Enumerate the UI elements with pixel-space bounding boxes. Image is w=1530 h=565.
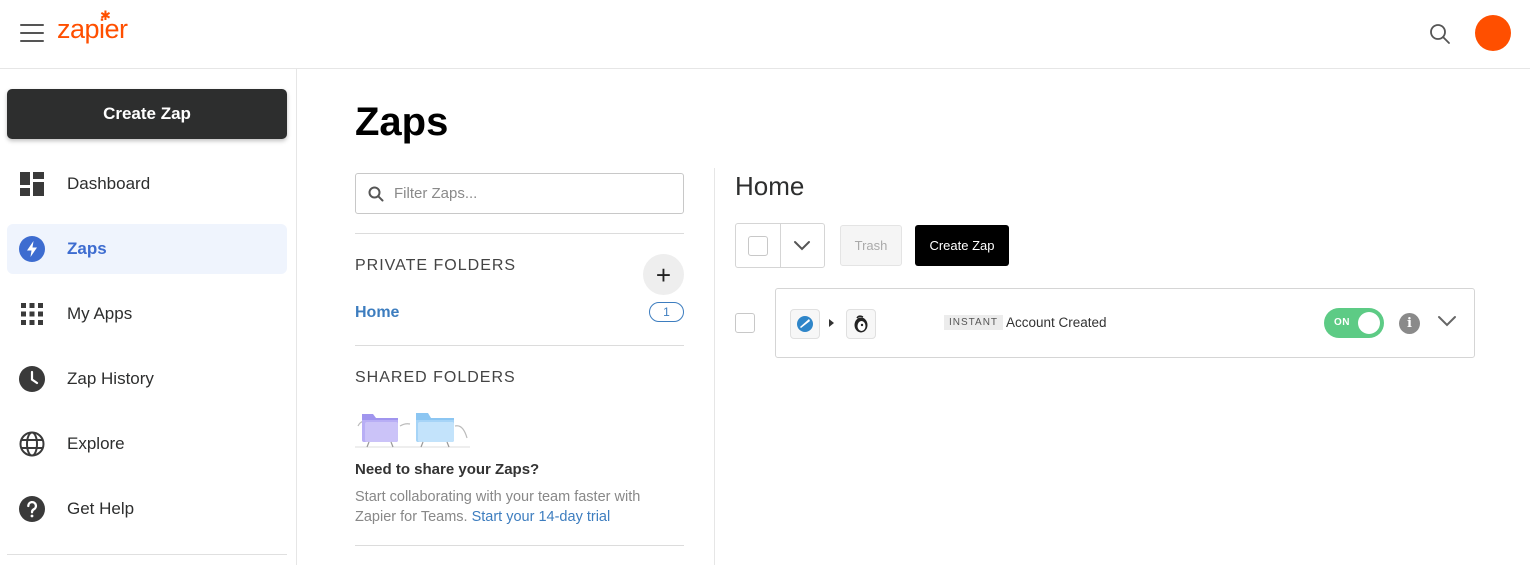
trigger-app-icon: [790, 309, 820, 339]
share-zaps-heading: Need to share your Zaps?: [355, 461, 540, 478]
select-all-checkbox[interactable]: [747, 235, 768, 256]
folder-title: Home: [735, 171, 805, 201]
lightning-bolt-icon: [19, 236, 45, 262]
sidebar-item-dashboard[interactable]: Dashboard: [7, 159, 287, 209]
zap-row[interactable]: INSTANT Account Created ON i: [775, 288, 1475, 358]
shared-folders-heading: SHARED FOLDERS: [355, 369, 516, 386]
select-options-dropdown[interactable]: [781, 224, 825, 267]
bulk-select-control: [735, 223, 825, 268]
plus-icon: +: [655, 259, 672, 290]
sidebar-item-label: Explore: [67, 434, 125, 453]
create-zap-button[interactable]: Create Zap: [7, 89, 287, 139]
sidebar-item-label: My Apps: [67, 304, 133, 323]
chevron-down-icon[interactable]: [1437, 314, 1457, 328]
share-zaps-text: Start collaborating with your team faste…: [355, 487, 665, 527]
step-arrow-icon: [829, 319, 834, 327]
clock-icon: [19, 366, 45, 392]
sidebar-item-label: Zap History: [67, 369, 154, 388]
mailchimp-icon: [846, 309, 876, 339]
question-icon: [19, 496, 45, 522]
sidebar-item-zaps[interactable]: Zaps: [7, 224, 287, 274]
folder-count-badge: 1: [649, 302, 684, 322]
search-icon[interactable]: [1428, 22, 1452, 46]
sidebar-divider: [7, 554, 287, 555]
zapier-logo[interactable]: zapier ✱: [57, 8, 128, 50]
zap-row-checkbox[interactable]: [735, 313, 755, 333]
top-bar: zapier ✱: [0, 0, 1530, 69]
info-icon[interactable]: i: [1399, 313, 1420, 334]
create-zap-folder-button[interactable]: Create Zap: [915, 225, 1009, 266]
toggle-label: ON: [1334, 317, 1350, 328]
globe-icon: [19, 431, 45, 457]
filter-zaps-input[interactable]: [394, 185, 664, 202]
zap-status-toggle[interactable]: ON: [1324, 308, 1384, 338]
filter-zaps-field[interactable]: [355, 173, 684, 214]
instant-badge: INSTANT: [944, 315, 1004, 330]
private-folders-heading: PRIVATE FOLDERS: [355, 257, 517, 274]
folder-home-link[interactable]: Home: [355, 304, 399, 322]
shared-folders-illustration: [355, 406, 470, 450]
logo-text: zapier: [57, 14, 128, 44]
hamburger-icon[interactable]: [20, 24, 44, 42]
divider: [355, 545, 684, 546]
add-folder-button[interactable]: +: [643, 254, 684, 295]
zap-name: Account Created: [1006, 315, 1107, 330]
column-divider: [714, 168, 715, 565]
start-trial-link[interactable]: Start your 14-day trial: [472, 509, 611, 525]
trash-button[interactable]: Trash: [840, 225, 902, 266]
grid-icon: [19, 301, 45, 327]
sidebar-item-label: Dashboard: [67, 174, 151, 193]
sidebar-item-my-apps[interactable]: My Apps: [7, 289, 287, 339]
toggle-knob: [1358, 312, 1380, 334]
divider: [355, 345, 684, 346]
logo-star-icon: ✱: [100, 8, 111, 23]
sidebar-item-zap-history[interactable]: Zap History: [7, 354, 287, 404]
divider: [355, 233, 684, 234]
search-icon: [368, 186, 384, 202]
sidebar-item-explore[interactable]: Explore: [7, 419, 287, 469]
avatar[interactable]: [1475, 15, 1511, 51]
sidebar-item-label: Get Help: [67, 499, 135, 518]
chevron-down-icon: [794, 240, 811, 250]
dashboard-icon: [19, 171, 45, 197]
page-title: Zaps: [355, 100, 449, 144]
select-all-cell: [736, 224, 781, 267]
sidebar-item-get-help[interactable]: Get Help: [7, 484, 287, 534]
sidebar: Create Zap Dashboard Zaps My Apps Zap Hi…: [0, 69, 297, 565]
sidebar-item-label: Zaps: [67, 239, 107, 258]
